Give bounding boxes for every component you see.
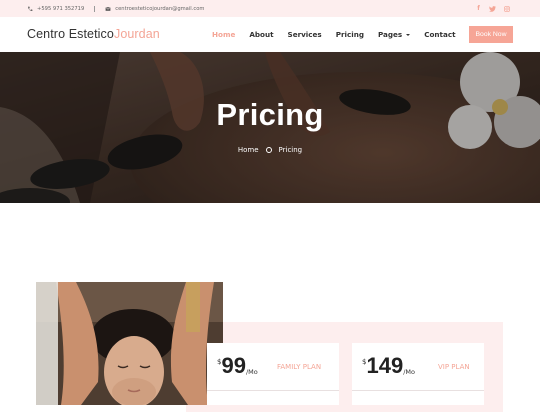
price-period: /Mo (403, 368, 415, 376)
price: $ 149 /Mo (362, 355, 415, 377)
email-address[interactable]: centroesteticojourdan@gmail.com (115, 6, 204, 12)
massage-photo (36, 282, 223, 405)
pricing-card-family: $ 99 /Mo FAMILY PLAN (207, 343, 339, 405)
divider (94, 5, 96, 12)
nav-item-contact[interactable]: Contact (424, 30, 455, 39)
hero-banner: Pricing Home Pricing (0, 52, 540, 203)
twitter-icon[interactable] (489, 5, 496, 12)
brand-name: Centro Estetico (27, 27, 114, 41)
nav-item-services[interactable]: Services (288, 30, 322, 39)
navbar: Centro EsteticoJourdan Home About Servic… (0, 17, 540, 52)
plan-name: VIP PLAN (438, 363, 470, 371)
breadcrumb-home[interactable]: Home (238, 146, 259, 154)
book-now-button[interactable]: Book Now (469, 26, 513, 43)
chevron-down-icon (406, 33, 411, 36)
circle-icon (265, 147, 272, 153)
divider (352, 390, 484, 391)
page-title: Pricing (216, 97, 324, 132)
price-period: /Mo (245, 368, 258, 376)
main-nav: Home About Services Pricing Pages Contac… (212, 30, 470, 39)
price: $ 99 /Mo (217, 355, 258, 377)
nav-item-pricing[interactable]: Pricing (336, 30, 364, 39)
contact-info: +595 971 352719 centroesteticojourdan@gm… (27, 0, 204, 17)
nav-item-about[interactable]: About (249, 30, 273, 39)
pricing-card-vip: $ 149 /Mo VIP PLAN (352, 343, 484, 405)
price-amount: 149 (366, 353, 404, 378)
phone-number[interactable]: +595 971 352719 (37, 6, 84, 12)
facebook-icon[interactable]: f (475, 5, 482, 12)
breadcrumb-current: Pricing (278, 146, 303, 154)
plan-name: FAMILY PLAN (277, 363, 322, 371)
nav-item-pages[interactable]: Pages (378, 30, 411, 39)
nav-item-home[interactable]: Home (212, 30, 235, 39)
envelope-icon (105, 6, 111, 12)
divider (207, 390, 339, 391)
brand-name-accent: Jourdan (113, 27, 160, 41)
social-links: f (475, 0, 510, 17)
brand-logo[interactable]: Centro EsteticoJourdan (27, 27, 160, 41)
breadcrumb: Home Pricing (0, 146, 540, 154)
phone-icon (27, 6, 33, 12)
top-bar: +595 971 352719 centroesteticojourdan@gm… (0, 0, 540, 17)
price-amount: 99 (221, 353, 246, 378)
instagram-icon[interactable] (503, 5, 510, 12)
